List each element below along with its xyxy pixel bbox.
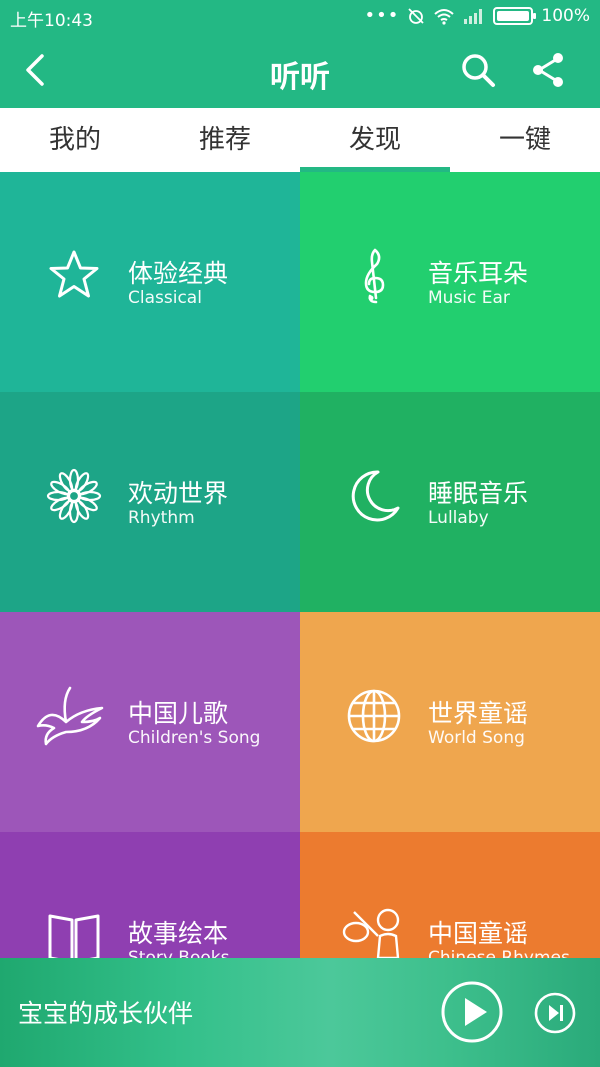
tile-subtitle: Classical: [128, 288, 202, 308]
tab-mine[interactable]: 我的: [0, 108, 150, 172]
treble-clef-icon: [364, 248, 385, 304]
tile-title: 音乐耳朵: [428, 259, 529, 288]
tile-title: 睡眠音乐: [428, 479, 529, 508]
tile-subtitle: Children's Song: [128, 728, 261, 748]
tile-title: 中国童谣: [428, 919, 529, 948]
tab-recommend[interactable]: 推荐: [150, 108, 300, 172]
wifi-icon: [434, 8, 455, 25]
category-tile-lullaby[interactable]: 睡眠音乐 Lullaby: [300, 392, 600, 612]
globe-icon: [347, 689, 401, 743]
swallow-icon: [36, 686, 104, 746]
tab-discover[interactable]: 发现: [300, 108, 450, 172]
star-icon: [49, 250, 99, 298]
battery-percent: 100%: [541, 5, 590, 26]
tile-subtitle: World Song: [428, 728, 525, 748]
share-icon[interactable]: [528, 50, 568, 90]
status-bar: 上午10:43 ••• 100%: [0, 0, 600, 32]
tile-subtitle: Rhythm: [128, 508, 195, 528]
tab-one-key[interactable]: 一键: [450, 108, 600, 172]
more-dots-icon: •••: [364, 5, 400, 26]
status-time: 上午10:43: [10, 11, 93, 31]
skip-next-icon[interactable]: [534, 992, 576, 1034]
tab-bar: 我的 推荐 发现 一键: [0, 108, 600, 172]
app-bar: 听听: [0, 32, 600, 108]
category-tile-rhythm[interactable]: 欢动世界 Rhythm: [0, 392, 300, 612]
tile-title: 故事绘本: [128, 919, 229, 948]
status-icons: ••• 100%: [365, 5, 590, 26]
drum-kid-icon: [342, 908, 400, 960]
battery-icon: [493, 6, 537, 25]
page-title: 听听: [270, 60, 330, 95]
category-tile-world-song[interactable]: 世界童谣 World Song: [300, 612, 600, 832]
battery-fill: [497, 10, 530, 21]
tile-title: 世界童谣: [428, 699, 529, 728]
silent-alarm-icon: [408, 7, 425, 24]
tile-subtitle: Lullaby: [428, 508, 489, 528]
flower-icon: [46, 468, 102, 524]
play-icon[interactable]: [440, 980, 504, 1044]
signal-icon: [464, 8, 483, 24]
tile-title: 体验经典: [128, 259, 229, 288]
category-tile-music-ear[interactable]: 音乐耳朵 Music Ear: [300, 172, 600, 392]
mini-player[interactable]: 宝宝的成长伙伴: [0, 958, 600, 1067]
book-icon: [48, 914, 100, 964]
tile-title: 中国儿歌: [128, 699, 229, 728]
player-title: 宝宝的成长伙伴: [18, 999, 194, 1028]
search-icon[interactable]: [458, 50, 498, 90]
category-tile-classical[interactable]: 体验经典 Classical: [0, 172, 300, 392]
tile-title: 欢动世界: [128, 479, 229, 508]
chevron-left-icon[interactable]: [16, 50, 56, 90]
tile-subtitle: Music Ear: [428, 288, 510, 308]
moon-icon: [351, 470, 400, 522]
category-tile-childrens-song[interactable]: 中国儿歌 Children's Song: [0, 612, 300, 832]
